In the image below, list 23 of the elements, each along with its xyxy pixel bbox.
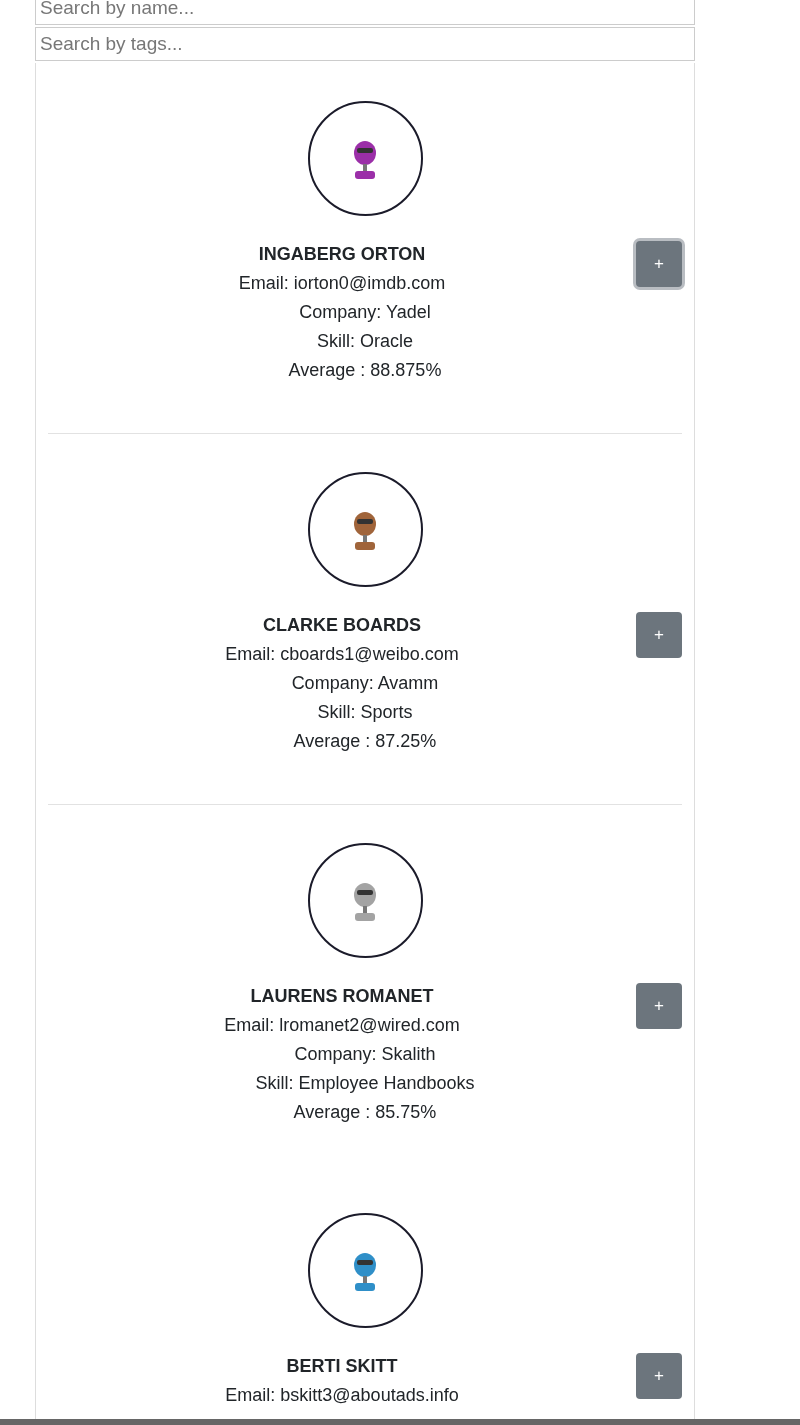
student-email: Email: lromanet2@wired.com [224,1014,460,1037]
expand-button[interactable]: + [636,612,682,658]
student-average: Average : 87.25% [292,730,437,753]
student-name: CLARKE BOARDS [263,614,421,637]
search-field[interactable]: Search by tags... [35,27,695,61]
student-company: Company: Yadel [298,301,431,324]
student-average: Average : 85.75% [292,1101,437,1124]
student-company: Company: Avamm [290,672,439,695]
expand-button[interactable]: + [636,983,682,1029]
expand-button[interactable]: + [636,1353,682,1399]
expand-button[interactable]: + [636,241,682,287]
student-company: Company: Skalith [293,1043,436,1066]
student-skill: Skill: Sports [316,701,413,724]
student-average: Average : 88.875% [287,359,442,382]
student-name: BERTI SKITT [286,1355,398,1378]
search-field[interactable]: Search by name... [35,0,695,25]
student-email: Email: bskitt3@aboutads.info [225,1384,459,1407]
student-email: Email: cboards1@weibo.com [225,643,459,666]
student-name: LAURENS ROMANET [250,985,434,1008]
student-skill: Skill: Oracle [316,330,413,353]
student-name: INGABERG ORTON [258,243,426,266]
student-email: Email: iorton0@imdb.com [238,272,446,295]
student-skill: Skill: Employee Handbooks [254,1072,475,1095]
